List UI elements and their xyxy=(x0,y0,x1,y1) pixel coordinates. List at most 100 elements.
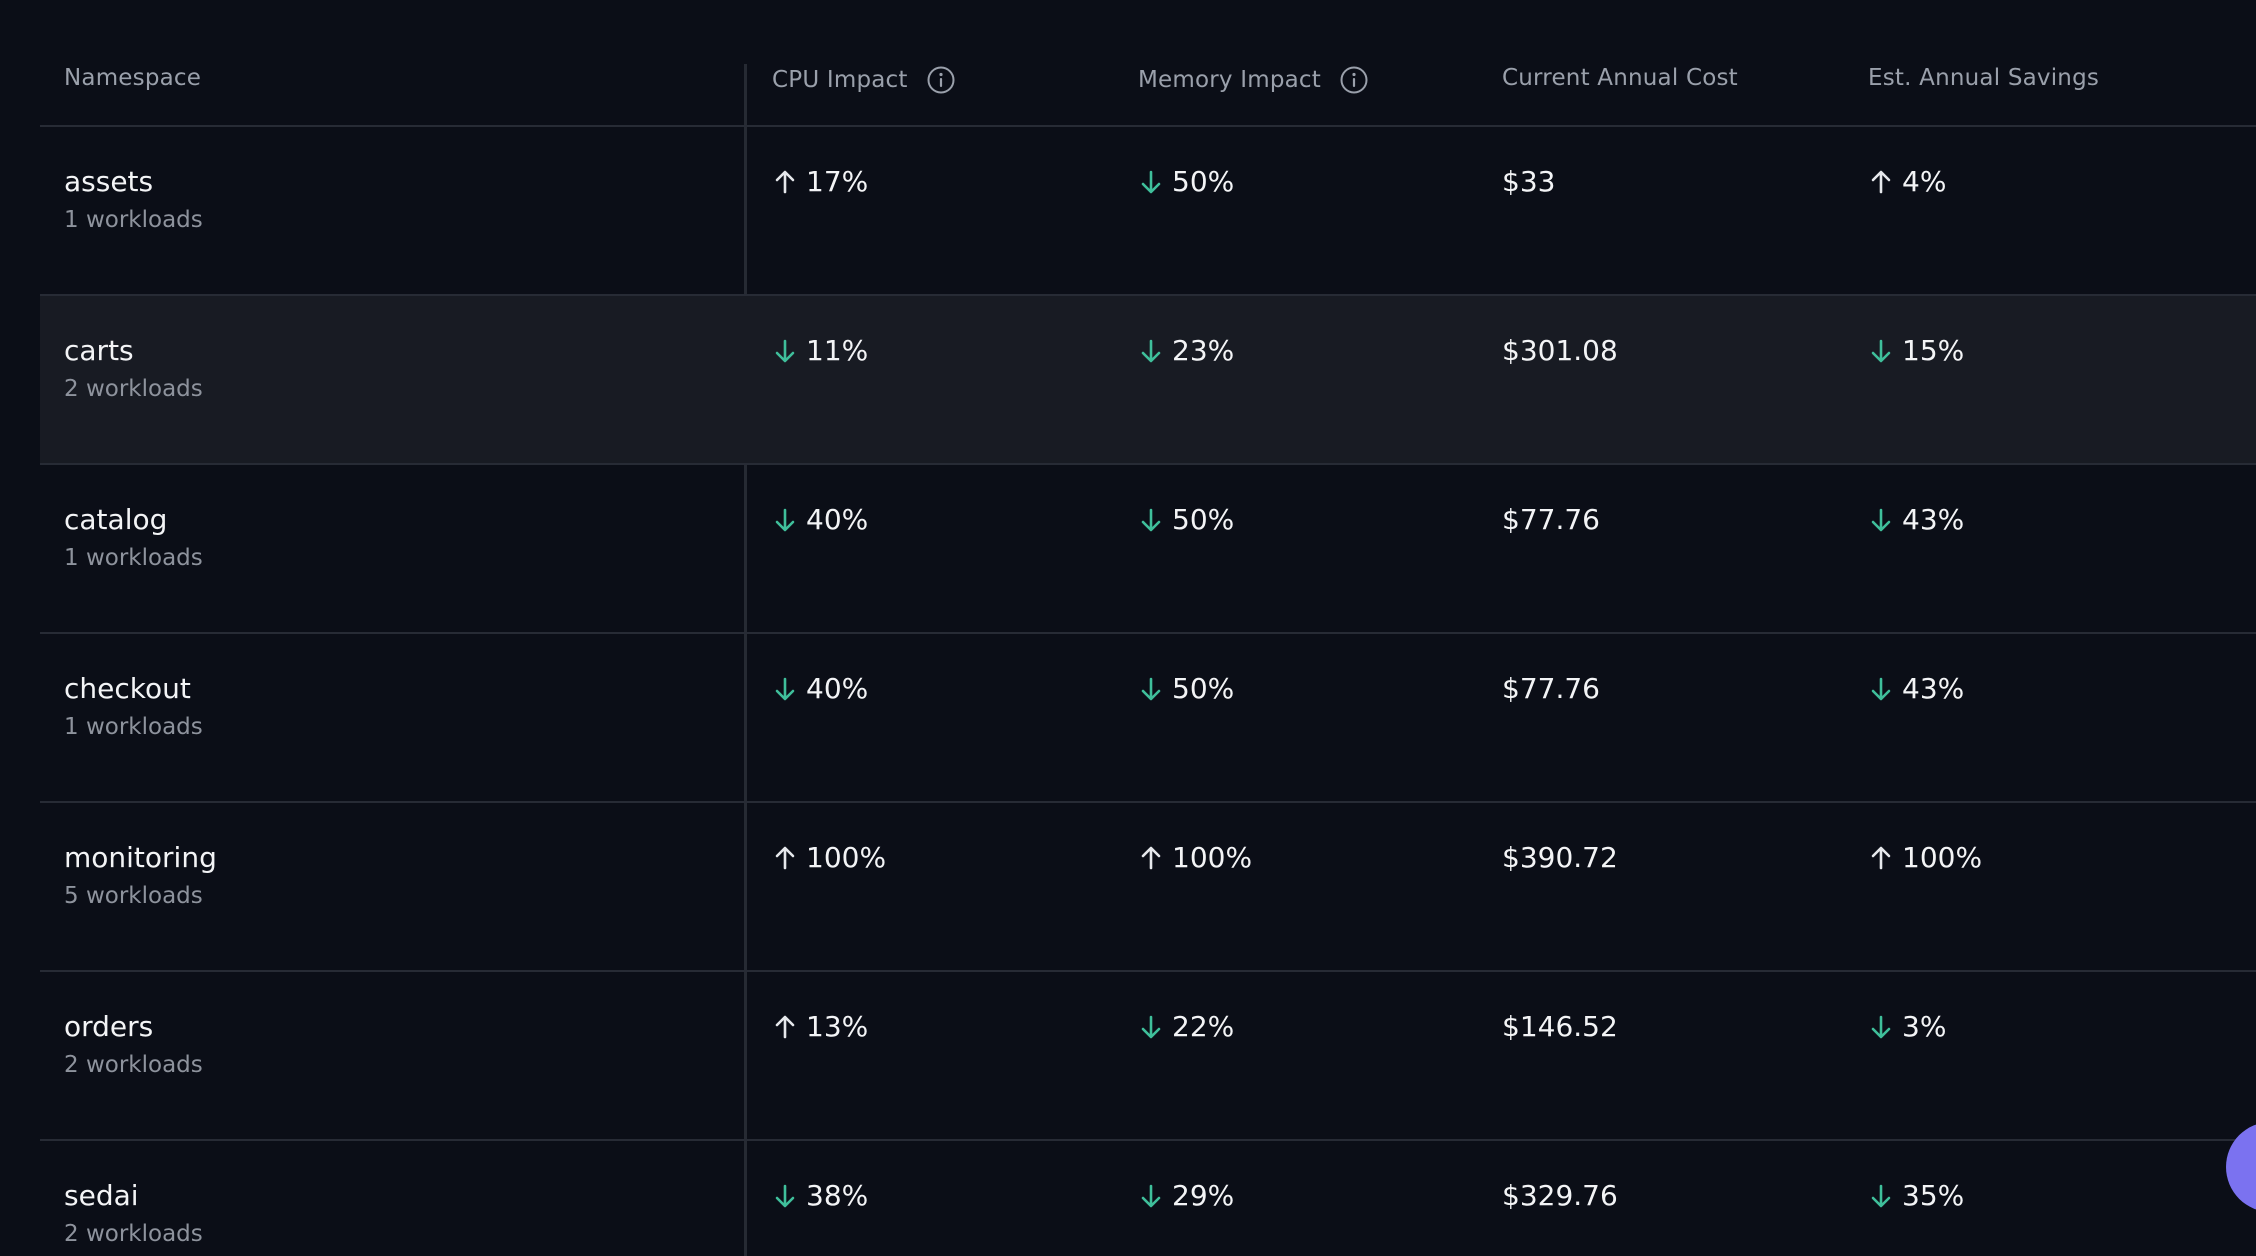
est-annual-savings-cell: 100% xyxy=(1868,841,1982,874)
current-annual-cost-value: $301.08 xyxy=(1502,334,1618,367)
arrow-down-icon xyxy=(1138,336,1164,366)
current-annual-cost-cell: $301.08 xyxy=(1502,334,1618,367)
cpu-impact-value: 13% xyxy=(806,1010,869,1043)
namespace-table: Namespace CPU Impact Memory Impact Curre… xyxy=(40,0,2256,1256)
workload-count: 5 workloads xyxy=(64,883,203,909)
table-row[interactable]: sedai 2 workloads 38% 29% $329.76 35% xyxy=(40,1141,2256,1256)
table-row[interactable]: orders 2 workloads 13% 22% $146.52 3% xyxy=(40,972,2256,1141)
workload-count: 2 workloads xyxy=(64,1221,203,1247)
table-row[interactable]: catalog 1 workloads 40% 50% $77.76 43% xyxy=(40,465,2256,634)
memory-impact-cell: 50% xyxy=(1138,672,1234,705)
arrow-down-icon xyxy=(772,336,798,366)
current-annual-cost-value: $390.72 xyxy=(1502,841,1618,874)
cpu-impact-value: 100% xyxy=(806,841,887,874)
arrow-down-icon xyxy=(1138,1012,1164,1042)
cpu-impact-cell: 100% xyxy=(772,841,886,874)
workload-count: 2 workloads xyxy=(64,1052,203,1078)
arrow-down-icon xyxy=(772,1181,798,1211)
est-annual-savings-cell: 35% xyxy=(1868,1179,1964,1212)
table-row[interactable]: assets 1 workloads 17% 50% $33 4% xyxy=(40,127,2256,296)
header-cpu-impact[interactable]: CPU Impact xyxy=(772,65,956,95)
memory-impact-cell: 22% xyxy=(1138,1010,1234,1043)
arrow-down-icon xyxy=(1138,674,1164,704)
page: Namespace CPU Impact Memory Impact Curre… xyxy=(0,0,2256,1256)
arrow-down-icon xyxy=(772,674,798,704)
info-circle-icon[interactable] xyxy=(926,65,956,95)
arrow-down-icon xyxy=(1868,336,1894,366)
namespace-name[interactable]: orders xyxy=(64,1010,153,1043)
workload-count: 1 workloads xyxy=(64,714,203,740)
est-annual-savings-cell: 3% xyxy=(1868,1010,1946,1043)
cpu-impact-cell: 17% xyxy=(772,165,868,198)
header-namespace-label: Namespace xyxy=(64,65,202,91)
arrow-up-icon xyxy=(1868,167,1894,197)
cpu-impact-cell: 38% xyxy=(772,1179,868,1212)
current-annual-cost-cell: $77.76 xyxy=(1502,672,1600,705)
header-memory-impact[interactable]: Memory Impact xyxy=(1138,65,1369,95)
table-row[interactable]: carts 2 workloads 11% 23% $301.08 15% xyxy=(40,296,2256,465)
namespace-name[interactable]: carts xyxy=(64,334,134,367)
header-memory-impact-label: Memory Impact xyxy=(1138,67,1321,93)
arrow-up-icon xyxy=(1868,843,1894,873)
current-annual-cost-cell: $329.76 xyxy=(1502,1179,1618,1212)
header-namespace[interactable]: Namespace xyxy=(64,65,201,91)
cpu-impact-value: 40% xyxy=(806,672,869,705)
current-annual-cost-cell: $33 xyxy=(1502,165,1555,198)
current-annual-cost-value: $146.52 xyxy=(1502,1010,1618,1043)
cpu-impact-value: 17% xyxy=(806,165,869,198)
current-annual-cost-value: $33 xyxy=(1502,165,1556,198)
arrow-down-icon xyxy=(1868,1181,1894,1211)
memory-impact-value: 22% xyxy=(1172,1010,1235,1043)
header-cpu-impact-label: CPU Impact xyxy=(772,67,908,93)
est-annual-savings-cell: 15% xyxy=(1868,334,1964,367)
arrow-down-icon xyxy=(1868,1012,1894,1042)
current-annual-cost-cell: $77.76 xyxy=(1502,503,1600,536)
cpu-impact-value: 11% xyxy=(806,334,869,367)
arrow-up-icon xyxy=(772,167,798,197)
est-annual-savings-value: 15% xyxy=(1902,334,1965,367)
workload-count: 2 workloads xyxy=(64,376,203,402)
header-current-annual-cost[interactable]: Current Annual Cost xyxy=(1502,65,1738,91)
info-circle-icon[interactable] xyxy=(1339,65,1369,95)
memory-impact-cell: 50% xyxy=(1138,503,1234,536)
current-annual-cost-value: $329.76 xyxy=(1502,1179,1618,1212)
arrow-up-icon xyxy=(772,1012,798,1042)
est-annual-savings-cell: 43% xyxy=(1868,503,1964,536)
arrow-up-icon xyxy=(772,843,798,873)
header-est-annual-savings[interactable]: Est. Annual Savings xyxy=(1868,65,2099,91)
namespace-name[interactable]: sedai xyxy=(64,1179,139,1212)
namespace-name[interactable]: checkout xyxy=(64,672,191,705)
cpu-impact-value: 40% xyxy=(806,503,869,536)
workload-count: 1 workloads xyxy=(64,545,203,571)
memory-impact-cell: 100% xyxy=(1138,841,1252,874)
arrow-down-icon xyxy=(1868,505,1894,535)
est-annual-savings-value: 3% xyxy=(1902,1010,1947,1043)
namespace-name[interactable]: catalog xyxy=(64,503,167,536)
cpu-impact-cell: 13% xyxy=(772,1010,868,1043)
memory-impact-value: 50% xyxy=(1172,672,1235,705)
cpu-impact-cell: 40% xyxy=(772,503,868,536)
workload-count: 1 workloads xyxy=(64,207,203,233)
est-annual-savings-cell: 4% xyxy=(1868,165,1946,198)
table-row[interactable]: checkout 1 workloads 40% 50% $77.76 43% xyxy=(40,634,2256,803)
est-annual-savings-value: 4% xyxy=(1902,165,1947,198)
current-annual-cost-cell: $146.52 xyxy=(1502,1010,1618,1043)
table-row[interactable]: monitoring 5 workloads 100% 100% $390.72… xyxy=(40,803,2256,972)
memory-impact-value: 50% xyxy=(1172,165,1235,198)
arrow-down-icon xyxy=(1868,674,1894,704)
arrow-down-icon xyxy=(1138,1181,1164,1211)
header-est-annual-savings-label: Est. Annual Savings xyxy=(1868,65,2100,91)
memory-impact-cell: 23% xyxy=(1138,334,1234,367)
namespace-name[interactable]: monitoring xyxy=(64,841,217,874)
cpu-impact-value: 38% xyxy=(806,1179,869,1212)
namespace-name[interactable]: assets xyxy=(64,165,153,198)
est-annual-savings-cell: 43% xyxy=(1868,672,1964,705)
current-annual-cost-cell: $390.72 xyxy=(1502,841,1618,874)
memory-impact-value: 100% xyxy=(1172,841,1253,874)
arrow-up-icon xyxy=(1138,843,1164,873)
header-current-annual-cost-label: Current Annual Cost xyxy=(1502,65,1738,91)
arrow-down-icon xyxy=(1138,167,1164,197)
current-annual-cost-value: $77.76 xyxy=(1502,672,1600,705)
arrow-down-icon xyxy=(1138,505,1164,535)
table-body: assets 1 workloads 17% 50% $33 4% carts … xyxy=(40,127,2256,1256)
